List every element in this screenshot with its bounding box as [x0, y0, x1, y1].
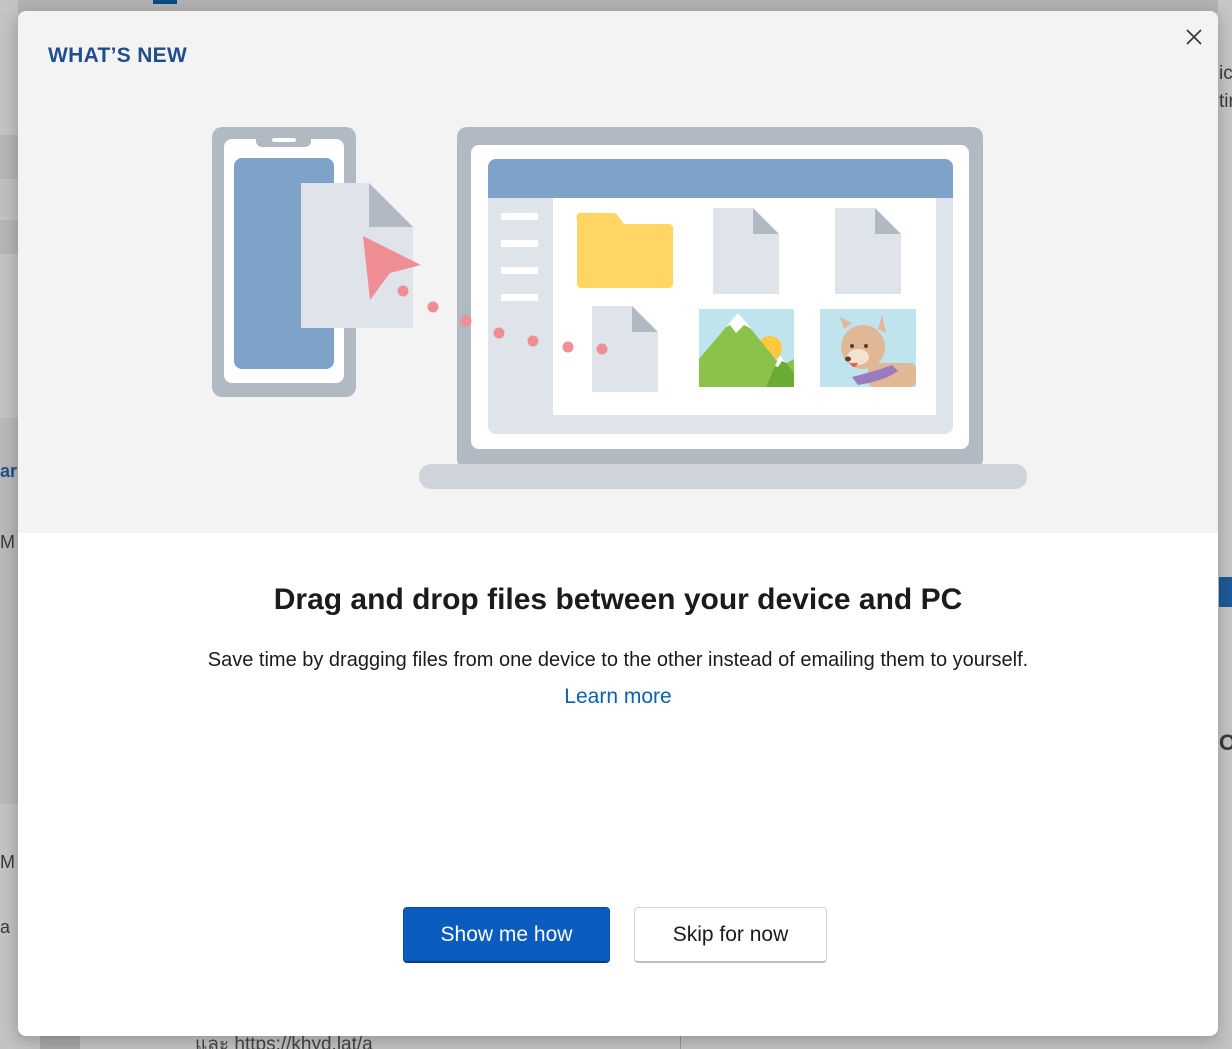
background-tab-indicator — [153, 0, 177, 4]
folder-icon — [576, 212, 673, 288]
background-left-label: ar — [0, 461, 18, 481]
background-left-pane — [0, 0, 18, 1049]
background-right-pane — [1218, 0, 1232, 1049]
laptop-illustration — [419, 127, 1027, 489]
background-divider — [680, 1036, 681, 1049]
image-icon — [699, 309, 794, 387]
image-icon — [820, 309, 916, 387]
hero-banner: WHAT’S NEW — [18, 11, 1218, 533]
background-left-label: M — [0, 532, 15, 552]
dialog-description: Save time by dragging files from one dev… — [207, 649, 1029, 671]
background-right-button — [1219, 577, 1232, 607]
background-right-label: ic — [1219, 63, 1232, 84]
background-left-label: a — [0, 917, 11, 937]
dialog-title: Drag and drop files between your device … — [273, 583, 963, 616]
background-bottom-strip — [0, 1036, 1232, 1049]
whats-new-dialog: WHAT’S NEW Drag and drop files between y… — [18, 11, 1218, 1036]
background-right-label: tir — [1219, 91, 1232, 112]
drag-drop-illustration — [212, 127, 1027, 489]
background-right-label: O — [1219, 730, 1232, 755]
background-left-label: M — [0, 852, 15, 872]
skip-for-now-button[interactable]: Skip for now — [634, 907, 827, 963]
learn-more-container: Learn more — [18, 685, 1218, 709]
show-me-how-button[interactable]: Show me how — [403, 907, 610, 963]
learn-more-link[interactable]: Learn more — [564, 685, 671, 708]
background-avatar — [40, 1036, 80, 1049]
